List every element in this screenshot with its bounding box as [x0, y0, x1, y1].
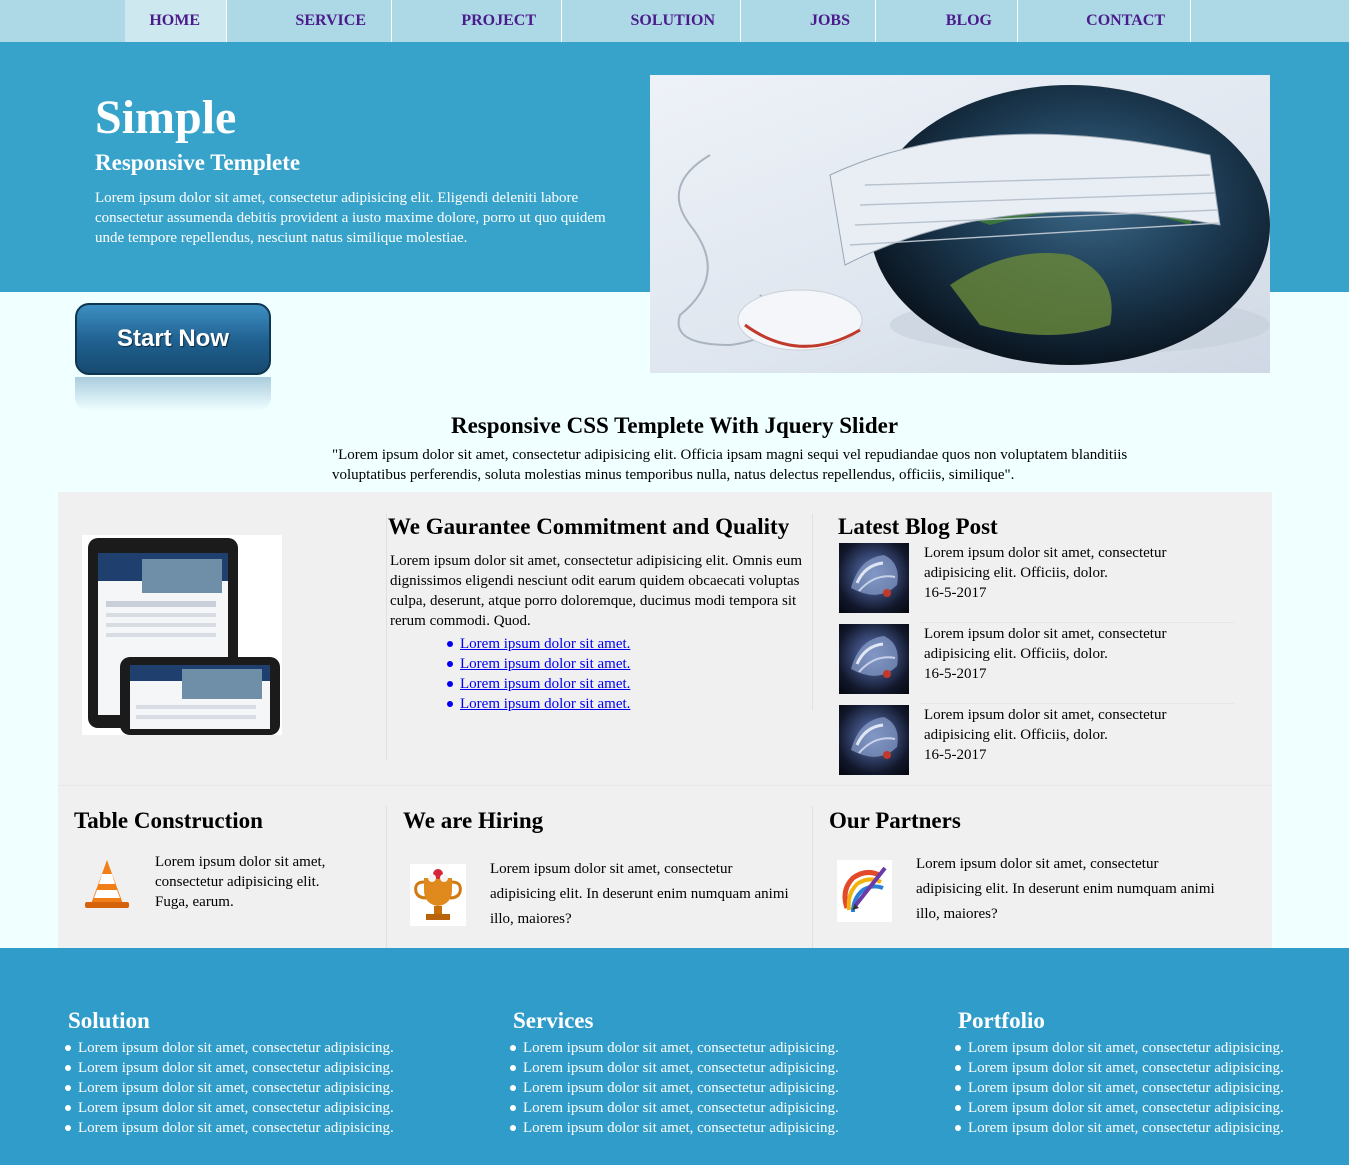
footer-list-item[interactable]: Lorem ipsum dolor sit amet, consectetur … [58, 1118, 394, 1138]
partners-title: Our Partners [829, 808, 961, 833]
footer-list-item[interactable]: Lorem ipsum dolor sit amet, consectetur … [503, 1038, 839, 1058]
hiring-title: We are Hiring [403, 808, 544, 833]
responsive-devices-image [82, 535, 282, 735]
paint-pen-icon [837, 860, 892, 922]
start-now-button[interactable]: Start Now [75, 303, 271, 375]
nav-link-blog[interactable]: BLOG [876, 0, 1017, 42]
footer-list-item[interactable]: Lorem ipsum dolor sit amet, consectetur … [503, 1098, 839, 1118]
footer-list: Lorem ipsum dolor sit amet, consectetur … [948, 1038, 1284, 1138]
guarantee-link-list: Lorem ipsum dolor sit amet. Lorem ipsum … [446, 634, 630, 714]
section-divider [58, 785, 1272, 786]
footer-list-item[interactable]: Lorem ipsum dolor sit amet, consectetur … [948, 1058, 1284, 1078]
nav-item-project[interactable]: PROJECT [392, 0, 562, 42]
footer-column-title: Services [513, 1008, 594, 1033]
start-now-button-reflection [75, 377, 271, 411]
column-divider [386, 806, 387, 948]
guarantee-text: Lorem ipsum dolor sit amet, consectetur … [390, 553, 803, 629]
nav-item-blog[interactable]: BLOG [876, 0, 1018, 42]
blog-thumbnail-image [839, 543, 909, 613]
footer-column-services: Services Lorem ipsum dolor sit amet, con… [503, 1008, 839, 1138]
footer-list-item[interactable]: Lorem ipsum dolor sit amet, consectetur … [948, 1078, 1284, 1098]
footer-list-item[interactable]: Lorem ipsum dolor sit amet, consectetur … [58, 1098, 394, 1118]
blog-title: Latest Blog Post [838, 514, 998, 539]
footer-list: Lorem ipsum dolor sit amet, consectetur … [58, 1038, 394, 1138]
nav-item-service[interactable]: SERVICE [227, 0, 392, 42]
nav-item-solution[interactable]: SOLUTION [562, 0, 741, 42]
blog-thumbnail-image [839, 624, 909, 694]
footer-list-item[interactable]: Lorem ipsum dolor sit amet, consectetur … [58, 1038, 394, 1058]
footer-list-item[interactable]: Lorem ipsum dolor sit amet, consectetur … [948, 1038, 1284, 1058]
blog-post-body: Lorem ipsum dolor sit amet, consectetur … [924, 543, 1224, 603]
footer-column-portfolio: Portfolio Lorem ipsum dolor sit amet, co… [948, 1008, 1284, 1138]
footer-list-item[interactable]: Lorem ipsum dolor sit amet, consectetur … [503, 1058, 839, 1078]
nav-link-contact[interactable]: CONTACT [1018, 0, 1190, 42]
list-item: Lorem ipsum dolor sit amet. [446, 634, 630, 654]
trophy-icon [410, 864, 466, 926]
list-item: Lorem ipsum dolor sit amet. [446, 674, 630, 694]
guarantee-title: We Gaurantee Commitment and Quality [388, 514, 790, 539]
column-divider [812, 806, 813, 948]
list-item: Lorem ipsum dolor sit amet. [446, 654, 630, 674]
hiring-text: Lorem ipsum dolor sit amet, consectetur … [490, 861, 789, 927]
blog-thumbnail-image [839, 705, 909, 775]
blog-post-text: Lorem ipsum dolor sit amet, consectetur … [924, 707, 1167, 743]
nav-item-jobs[interactable]: JOBS [741, 0, 876, 42]
blog-post-text: Lorem ipsum dolor sit amet, consectetur … [924, 626, 1167, 662]
traffic-cone-icon [80, 856, 134, 912]
hero-description: Lorem ipsum dolor sit amet, consectetur … [95, 190, 606, 246]
footer-list-item[interactable]: Lorem ipsum dolor sit amet, consectetur … [948, 1098, 1284, 1118]
blog-post: Lorem ipsum dolor sit amet, consectetur … [838, 543, 1234, 617]
footer-list-item[interactable]: Lorem ipsum dolor sit amet, consectetur … [503, 1078, 839, 1098]
guarantee-link[interactable]: Lorem ipsum dolor sit amet. [460, 676, 630, 692]
table-construction-title: Table Construction [74, 808, 263, 833]
nav-item-contact[interactable]: CONTACT [1018, 0, 1191, 42]
blog-post: Lorem ipsum dolor sit amet, consectetur … [838, 624, 1234, 698]
globe-keyboard-mouse-image [650, 75, 1270, 373]
hero-subtitle: Responsive Templete [95, 150, 301, 175]
blog-post-body: Lorem ipsum dolor sit amet, consectetur … [924, 624, 1224, 684]
guarantee-link[interactable]: Lorem ipsum dolor sit amet. [460, 636, 630, 652]
blog-post-date: 16-5-2017 [924, 747, 987, 763]
blog-post-date: 16-5-2017 [924, 666, 987, 682]
blog-divider [920, 622, 1234, 623]
footer-list-item[interactable]: Lorem ipsum dolor sit amet, consectetur … [58, 1058, 394, 1078]
footer-column-title: Portfolio [958, 1008, 1045, 1033]
guarantee-link[interactable]: Lorem ipsum dolor sit amet. [460, 656, 630, 672]
nav-link-home[interactable]: HOME [125, 0, 226, 42]
hero-title: Simple [95, 91, 237, 144]
guarantee-link[interactable]: Lorem ipsum dolor sit amet. [460, 696, 630, 712]
footer-list-item[interactable]: Lorem ipsum dolor sit amet, consectetur … [948, 1118, 1284, 1138]
top-navigation: HOME SERVICE PROJECT SOLUTION JOBS BLOG … [0, 0, 1349, 42]
column-divider [812, 514, 813, 710]
footer-column-solution: Solution Lorem ipsum dolor sit amet, con… [58, 1008, 394, 1138]
footer-list-item[interactable]: Lorem ipsum dolor sit amet, consectetur … [503, 1118, 839, 1138]
nav-item-home[interactable]: HOME [125, 0, 227, 42]
nav-link-jobs[interactable]: JOBS [741, 0, 875, 42]
intro-title: Responsive CSS Templete With Jquery Slid… [450, 413, 899, 438]
footer-list: Lorem ipsum dolor sit amet, consectetur … [503, 1038, 839, 1138]
blog-post: Lorem ipsum dolor sit amet, consectetur … [838, 705, 1234, 779]
list-item: Lorem ipsum dolor sit amet. [446, 694, 630, 714]
partners-text: Lorem ipsum dolor sit amet, consectetur … [916, 856, 1215, 922]
footer-column-title: Solution [68, 1008, 150, 1033]
nav-link-solution[interactable]: SOLUTION [562, 0, 740, 42]
nav-link-project[interactable]: PROJECT [392, 0, 561, 42]
intro-text: "Lorem ipsum dolor sit amet, consectetur… [332, 447, 1128, 483]
footer-list-item[interactable]: Lorem ipsum dolor sit amet, consectetur … [58, 1078, 394, 1098]
table-construction-text: Lorem ipsum dolor sit amet, consectetur … [155, 854, 326, 910]
blog-post-body: Lorem ipsum dolor sit amet, consectetur … [924, 705, 1224, 765]
column-divider [386, 514, 387, 760]
blog-post-date: 16-5-2017 [924, 585, 987, 601]
nav-link-service[interactable]: SERVICE [227, 0, 391, 42]
blog-divider [920, 703, 1234, 704]
blog-post-text: Lorem ipsum dolor sit amet, consectetur … [924, 545, 1167, 581]
